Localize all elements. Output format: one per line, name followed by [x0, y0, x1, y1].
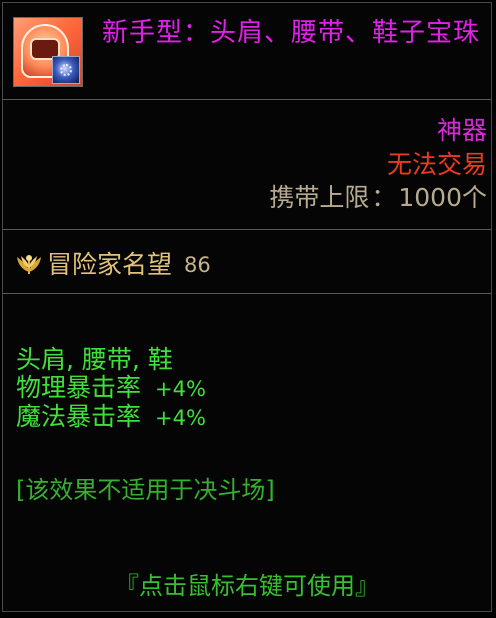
fame-value: 86	[184, 253, 211, 277]
carry-limit-value: 1000个	[398, 183, 487, 212]
info-divider	[3, 229, 491, 230]
gem-orb-icon	[52, 56, 80, 84]
item-tooltip: 新手型：头肩、腰带、鞋子宝珠 神器 无法交易 携带上限：1000个 冒险家名望 …	[2, 2, 492, 612]
item-title: 新手型：头肩、腰带、鞋子宝珠	[102, 18, 481, 48]
adventurer-fame-wings-icon	[17, 255, 41, 274]
header-divider	[3, 99, 491, 100]
carry-limit-separator: ：	[371, 183, 397, 212]
effect-stat-name: 物理暴击率	[16, 373, 142, 402]
fame-label: 冒险家名望	[47, 250, 173, 279]
effect-stat-row: 物理暴击率 +4%	[16, 374, 206, 403]
effect-stat-name: 魔法暴击率	[16, 402, 142, 431]
rarity-label: 神器	[436, 116, 487, 145]
effect-stat-value: +4%	[155, 406, 206, 430]
helmet-with-gem-orb-icon	[13, 17, 83, 87]
carry-limit-label: 携带上限	[269, 183, 370, 212]
fame-divider	[3, 293, 491, 294]
effect-slots: 头肩, 腰带, 鞋	[16, 345, 173, 374]
fame-row: 冒险家名望 86	[15, 248, 211, 282]
trade-status: 无法交易	[386, 150, 487, 179]
effect-stat-value: +4%	[155, 377, 206, 401]
effects-block: 头肩, 腰带, 鞋 物理暴击率 +4% 魔法暴击率 +4%	[16, 346, 206, 432]
effect-note: [该效果不适用于决斗场]	[16, 476, 275, 504]
effect-stat-row: 魔法暴击率 +4%	[16, 403, 206, 432]
usage-hint: 『点击鼠标右键可使用』	[115, 572, 379, 600]
carry-limit: 携带上限：1000个	[269, 182, 487, 214]
